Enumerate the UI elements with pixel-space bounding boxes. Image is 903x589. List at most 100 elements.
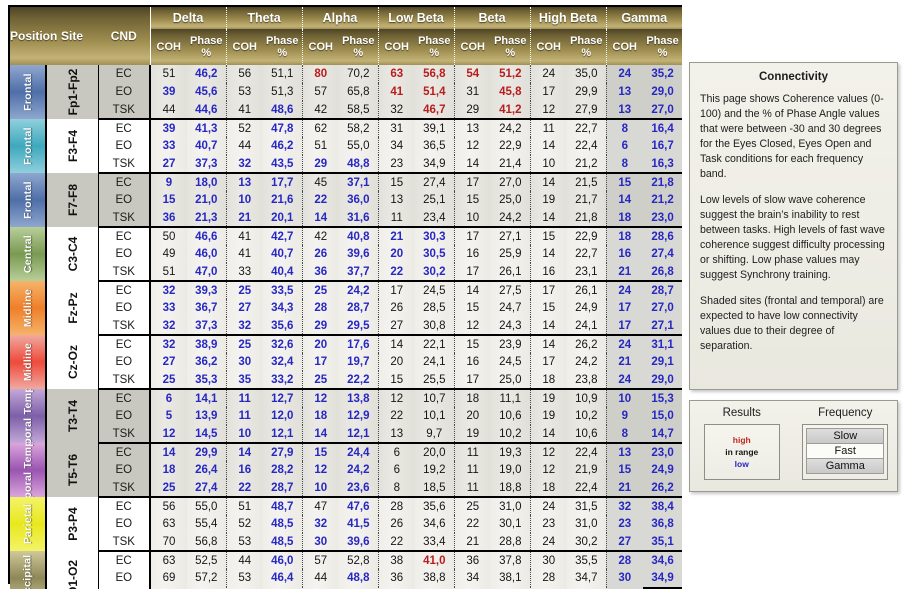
phase-value: 39,6 <box>339 245 379 263</box>
subheader-coh-delta: COH <box>150 29 187 65</box>
phase-value: 22,7 <box>567 119 607 137</box>
condition-cell: TSK <box>98 371 151 390</box>
phase-value: 36,5 <box>415 137 455 155</box>
condition-cell: EO <box>98 191 151 209</box>
phase-value: 10,2 <box>567 407 607 425</box>
results-color-key: high in range low <box>703 424 780 480</box>
table-row: EO 63 55,4 52 48,5 32 41,5 26 34,6 22 30,1 23 31,0 23… <box>10 515 683 533</box>
phase-value: 21,0 <box>187 191 227 209</box>
phase-value: 26,1 <box>491 263 531 282</box>
coh-value: 17 <box>301 353 340 371</box>
coh-value: 14 <box>301 209 340 228</box>
coh-value: 24 <box>605 281 644 299</box>
condition-cell: EC <box>98 227 151 245</box>
phase-value: 41,3 <box>187 119 227 137</box>
frequency-button-group[interactable]: Slow Fast Gamma <box>802 424 889 480</box>
phase-value: 55,0 <box>339 137 379 155</box>
phase-value: 29,0 <box>643 83 683 101</box>
coh-value: 26 <box>377 515 416 533</box>
phase-value: 27,5 <box>491 281 531 299</box>
phase-value: 21,8 <box>567 209 607 228</box>
coh-value: 19 <box>529 191 568 209</box>
phase-value: 46,2 <box>187 65 227 83</box>
coh-value: 17 <box>605 299 644 317</box>
coh-value: 15 <box>529 227 568 245</box>
phase-value: 36,0 <box>339 191 379 209</box>
position-label-cell: Central <box>10 227 47 281</box>
coh-value: 13 <box>605 83 644 101</box>
condition-cell: EC <box>98 281 151 299</box>
frequency-button-gamma[interactable]: Gamma <box>806 458 885 474</box>
table-row: TSK 44 44,6 41 48,6 42 58,5 32 46,7 29 41,2 12 27,9 1… <box>10 101 683 120</box>
position-label-cell: Temporal Temporal <box>10 389 47 443</box>
coh-value: 10 <box>453 209 492 228</box>
coh-value: 63 <box>377 65 416 83</box>
coh-value: 38 <box>377 551 416 569</box>
position-label: Frontal <box>22 127 34 165</box>
coh-value: 33 <box>150 137 187 155</box>
site-label: Cz-Oz <box>66 345 80 379</box>
coh-value: 33 <box>225 263 264 282</box>
phase-value: 24,1 <box>415 353 455 371</box>
coh-value: 25 <box>301 371 340 390</box>
coh-value: 14 <box>529 209 568 228</box>
phase-value: 46,2 <box>263 137 303 155</box>
coh-value: 32 <box>150 335 187 353</box>
phase-value: 25,9 <box>491 245 531 263</box>
phase-value: 22,2 <box>339 371 379 390</box>
coh-value: 69 <box>150 569 187 587</box>
coh-value: 20 <box>301 335 340 353</box>
coh-value: 42 <box>301 101 340 120</box>
coh-value: 5 <box>150 407 187 425</box>
phase-value: 40,7 <box>187 137 227 155</box>
coh-value: 10 <box>225 425 264 444</box>
phase-value: 12,1 <box>263 425 303 444</box>
position-label-cell: Midline <box>10 335 47 389</box>
phase-value: 35,1 <box>643 533 683 552</box>
table-row: EO 15 21,0 10 21,6 22 36,0 13 25,1 15 25,0 19 21,7 14… <box>10 191 683 209</box>
condition-cell: EC <box>98 65 151 83</box>
coh-value: 27 <box>605 533 644 552</box>
phase-value: 10,7 <box>415 389 455 407</box>
phase-value: 10,9 <box>567 389 607 407</box>
frequency-button-slow[interactable]: Slow <box>806 428 885 444</box>
coh-value: 62 <box>301 119 340 137</box>
coh-value: 8 <box>605 425 644 444</box>
coh-value: 23 <box>605 515 644 533</box>
phase-value: 26,2 <box>567 335 607 353</box>
frequency-button-fast[interactable]: Fast <box>806 443 885 459</box>
phase-value: 33,4 <box>415 533 455 552</box>
coh-value: 12 <box>529 443 568 461</box>
coh-value: 14 <box>529 425 568 444</box>
subheader-phase-alpha: Phase % <box>339 29 379 65</box>
phase-value: 36,2 <box>187 353 227 371</box>
band-header-gamma: Gamma <box>606 7 683 29</box>
coh-value: 30 <box>301 533 340 552</box>
coh-value: 25 <box>150 371 187 390</box>
coh-value: 11 <box>453 461 492 479</box>
coh-value: 25 <box>225 335 264 353</box>
site-label: O1-O2 <box>66 560 80 589</box>
site-label: T5-T6 <box>66 454 80 487</box>
condition-cell: TSK <box>98 533 151 552</box>
coh-value: 21 <box>605 263 644 282</box>
coh-value: 47 <box>301 497 340 515</box>
coh-value: 12 <box>301 461 340 479</box>
phase-value: 24,7 <box>491 299 531 317</box>
coh-value: 32 <box>150 317 187 336</box>
phase-value: 28,6 <box>643 227 683 245</box>
phase-value: 22,4 <box>567 137 607 155</box>
phase-value: 35,6 <box>415 497 455 515</box>
phase-value: 36,7 <box>187 299 227 317</box>
coh-value: 39 <box>150 119 187 137</box>
phase-value: 42,7 <box>263 227 303 245</box>
coh-value: 14 <box>453 155 492 174</box>
subheader-coh-high-beta: COH <box>530 29 568 65</box>
site-label: F3-F4 <box>66 130 80 163</box>
subheader-coh-beta: COH <box>454 29 492 65</box>
phase-value: 26,1 <box>567 281 607 299</box>
site-label-cell: C3-C4 <box>46 227 99 281</box>
results-title: Results <box>722 407 761 419</box>
coh-value: 50 <box>150 227 187 245</box>
phase-value: 21,3 <box>187 209 227 228</box>
